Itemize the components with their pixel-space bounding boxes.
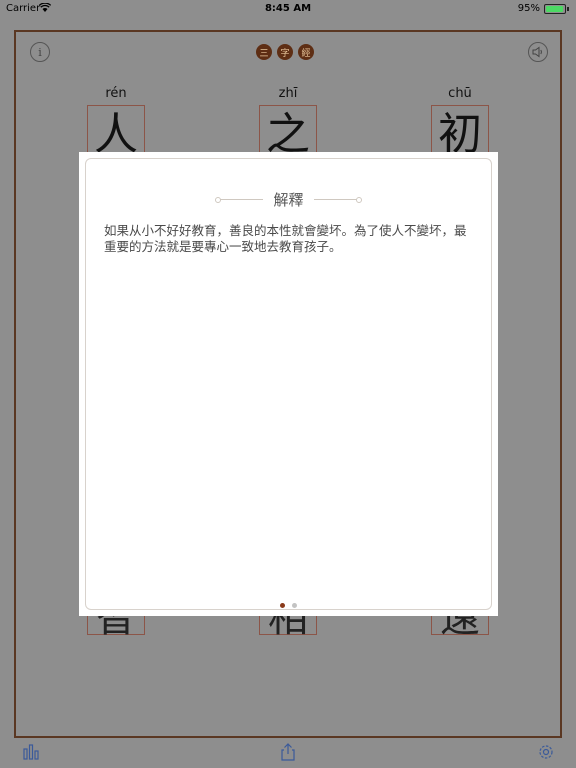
bottom-toolbar <box>0 738 576 768</box>
pinyin-label: rén <box>105 86 127 101</box>
info-icon[interactable]: i <box>30 42 50 62</box>
share-icon[interactable] <box>279 743 297 761</box>
battery-percent: 95% <box>517 3 540 14</box>
battery-cap <box>567 7 569 11</box>
bar-chart-icon[interactable] <box>22 743 40 761</box>
app-title-seals: 三 字 經 <box>256 44 314 60</box>
title-seal: 三 <box>256 44 272 60</box>
explanation-modal[interactable]: 解釋 如果从小不好好教育，善良的本性就會變坏。為了使人不變坏，最重要的方法就是要… <box>79 152 498 616</box>
page-dot-active[interactable] <box>280 603 285 608</box>
modal-border: 解釋 如果从小不好好教育，善良的本性就會變坏。為了使人不變坏，最重要的方法就是要… <box>85 158 492 610</box>
status-bar: Carrier 8:45 AM 95% <box>0 0 576 18</box>
battery-fill <box>546 6 564 12</box>
gear-icon[interactable] <box>537 743 555 761</box>
title-seal: 經 <box>298 44 314 60</box>
title-seal: 字 <box>277 44 293 60</box>
pinyin-label: chū <box>448 86 472 101</box>
pinyin-label: zhī <box>278 86 298 101</box>
title-ornament <box>215 196 264 203</box>
speaker-icon[interactable] <box>528 42 548 62</box>
battery-icon <box>544 4 566 14</box>
modal-header: 解釋 <box>86 187 491 211</box>
title-ornament <box>313 196 362 203</box>
modal-title: 解釋 <box>273 190 304 209</box>
clock: 8:45 AM <box>264 3 312 14</box>
speaker-glyph <box>532 46 542 58</box>
page-dot[interactable] <box>292 603 297 608</box>
explanation-text: 如果从小不好好教育，善良的本性就會變坏。為了使人不變坏，最重要的方法就是要專心一… <box>104 223 467 254</box>
page-indicator[interactable] <box>86 603 491 608</box>
